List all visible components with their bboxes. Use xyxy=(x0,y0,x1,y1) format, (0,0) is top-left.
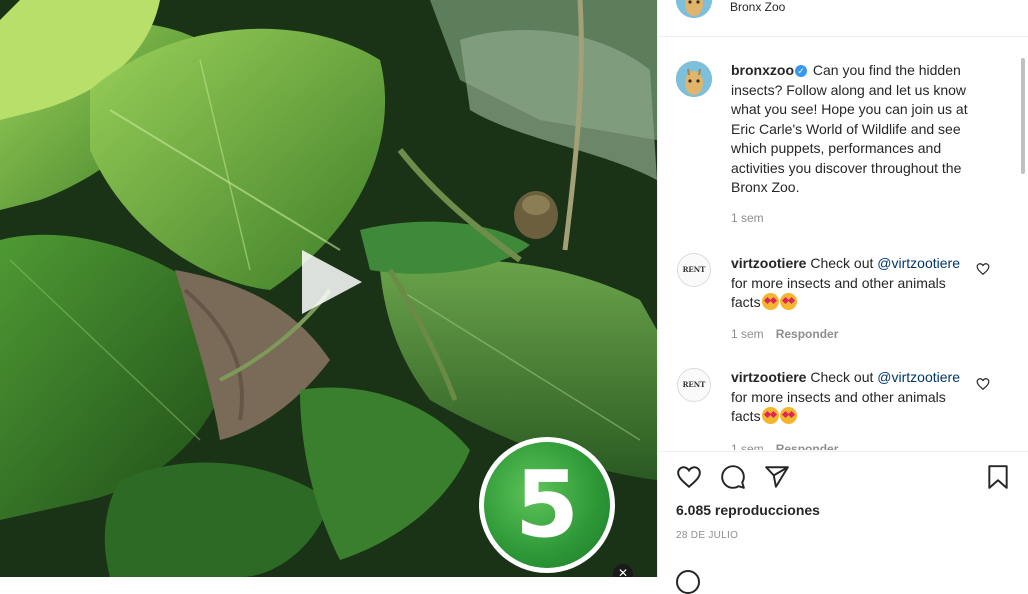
post-actions: 6.085 reproducciones 28 DE JULIO xyxy=(658,451,1028,594)
comment-username[interactable]: virtzootiere xyxy=(731,369,806,385)
reply-button[interactable]: Responder xyxy=(776,327,839,341)
comment-mention-link[interactable]: @virtzootiere xyxy=(877,369,960,385)
comment-icon xyxy=(721,465,745,489)
avatar-logo-text: RENT xyxy=(682,380,706,389)
like-button[interactable] xyxy=(676,464,702,490)
reply-button[interactable]: Responder xyxy=(776,442,839,450)
comment-button[interactable] xyxy=(720,464,746,490)
comments-list[interactable]: bronxzoo ✓ Can you find the hidden insect… xyxy=(658,37,1020,450)
heart-eyes-emoji-icon xyxy=(779,407,797,424)
comment-meta: 1 sem Responder xyxy=(731,442,838,450)
comment-mention-link[interactable]: @virtzootiere xyxy=(877,255,960,271)
comments-scrollbar[interactable] xyxy=(1021,58,1025,174)
number-badge: 5 xyxy=(479,437,615,573)
comment-meta: 1 sem Responder xyxy=(731,327,838,341)
header-avatar[interactable] xyxy=(676,0,712,18)
comment-text-before: Check out xyxy=(810,255,874,271)
comment-text-before: Check out xyxy=(810,369,874,385)
heart-eyes-emoji-icon xyxy=(761,293,779,310)
add-comment-emoji-icon[interactable] xyxy=(676,570,700,594)
post-side-panel: Bronx Zoo bronxzoo ✓ Can you find the hid… xyxy=(657,0,1028,594)
comment-body: virtzootiere Check out @virtzootiere for… xyxy=(731,254,971,313)
like-comment-heart-icon[interactable] xyxy=(976,262,990,276)
heart-eyes-emoji-icon xyxy=(779,293,797,310)
comment-body: virtzootiere Check out @virtzootiere for… xyxy=(731,368,971,427)
close-icon[interactable]: ✕ xyxy=(613,564,633,577)
giraffe-avatar-icon xyxy=(676,0,712,18)
header-location[interactable]: Bronx Zoo xyxy=(730,0,785,14)
play-icon xyxy=(302,250,362,314)
giraffe-avatar-icon xyxy=(676,61,712,97)
comment-username[interactable]: virtzootiere xyxy=(731,255,806,271)
caption-body: Can you find the hidden insects? Follow … xyxy=(731,62,968,195)
post-media[interactable]: 5 ✕ xyxy=(0,0,657,577)
caption-avatar[interactable] xyxy=(676,61,712,97)
comment-timestamp[interactable]: 1 sem xyxy=(731,442,764,450)
comment-timestamp[interactable]: 1 sem xyxy=(731,327,764,341)
post-header: Bronx Zoo xyxy=(658,0,1028,37)
caption-timestamp[interactable]: 1 sem xyxy=(731,211,764,225)
post-date[interactable]: 28 DE JULIO xyxy=(676,530,738,541)
caption-username[interactable]: bronxzoo xyxy=(731,62,794,78)
share-button[interactable] xyxy=(764,464,790,490)
comment-avatar[interactable]: RENT xyxy=(677,368,711,402)
bookmark-icon xyxy=(988,465,1008,489)
like-comment-heart-icon[interactable] xyxy=(976,377,990,391)
heart-icon xyxy=(677,466,701,489)
avatar-logo-text: RENT xyxy=(682,265,706,274)
caption-time: 1 sem xyxy=(731,211,764,225)
verified-badge-icon: ✓ xyxy=(795,65,807,77)
comment-avatar[interactable]: RENT xyxy=(677,253,711,287)
heart-eyes-emoji-icon xyxy=(761,407,779,424)
view-count: 6.085 reproducciones xyxy=(676,502,820,518)
post-caption: bronxzoo ✓ Can you find the hidden insect… xyxy=(731,61,993,198)
badge-number: 5 xyxy=(514,451,579,558)
play-button[interactable] xyxy=(296,246,368,318)
share-icon xyxy=(765,466,789,488)
save-button[interactable] xyxy=(985,464,1011,490)
